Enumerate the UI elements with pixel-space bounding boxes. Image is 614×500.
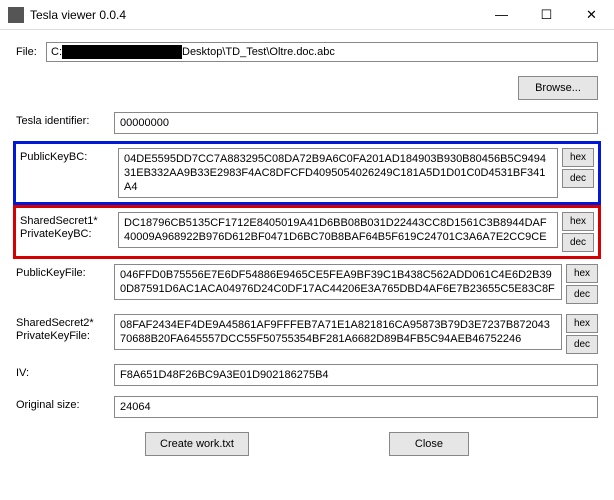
privbc-label: PrivateKeyBC: (20, 228, 92, 240)
publickey-file-value[interactable]: 046FFD0B75556E7E6DF54886E9465CE5FEA9BF39… (114, 264, 562, 300)
orig-size-value[interactable]: 24064 (114, 396, 598, 418)
iv-value[interactable]: F8A651D48F26BC9A3E01D902186275B4 (114, 364, 598, 386)
titlebar: Tesla viewer 0.0.4 — ☐ ✕ (0, 0, 614, 30)
ss1-privbc-buttons: hex dec (562, 212, 594, 252)
ss1-privbc-dec-button[interactable]: dec (562, 233, 594, 252)
tesla-id-row: Tesla identifier: 00000000 (16, 112, 598, 134)
ss2-privfile-buttons: hex dec (566, 314, 598, 354)
publickey-file-buttons: hex dec (566, 264, 598, 304)
file-label: File: (16, 46, 38, 58)
file-path-input[interactable]: C: Desktop\TD_Test\Oltre.doc.abc (46, 42, 598, 62)
browse-row: Browse... (16, 76, 598, 100)
publickey-bc-row: PublicKeyBC: 04DE5595DD7CC7A883295C08DA7… (20, 148, 594, 198)
maximize-button[interactable]: ☐ (524, 0, 569, 30)
bottom-buttons: Create work.txt Close (16, 432, 598, 456)
publickey-bc-label: PublicKeyBC: (20, 148, 114, 164)
publickey-bc-hex-button[interactable]: hex (562, 148, 594, 167)
ss2-privfile-row: SharedSecret2* PrivateKeyFile: 08FAF2434… (16, 314, 598, 354)
publickey-bc-value[interactable]: 04DE5595DD7CC7A883295C08DA72B9A6C0FA201A… (118, 148, 558, 198)
orig-size-label: Original size: (16, 396, 110, 412)
file-path-prefix: C: (51, 46, 62, 58)
publickey-file-dec-button[interactable]: dec (566, 285, 598, 304)
file-path-redacted (62, 45, 182, 59)
browse-button[interactable]: Browse... (518, 76, 598, 100)
iv-label: IV: (16, 364, 110, 380)
tesla-id-label: Tesla identifier: (16, 112, 110, 128)
minimize-button[interactable]: — (479, 0, 524, 30)
ss1-privbc-hex-button[interactable]: hex (562, 212, 594, 231)
window-title: Tesla viewer 0.0.4 (30, 8, 479, 22)
publickey-bc-dec-button[interactable]: dec (562, 169, 594, 188)
ss1-privbc-value[interactable]: DC18796CB5135CF1712E8405019A41D6BB08B031… (118, 212, 558, 248)
ss2-label: SharedSecret2* (16, 317, 94, 329)
orig-size-row: Original size: 24064 (16, 396, 598, 418)
iv-row: IV: F8A651D48F26BC9A3E01D902186275B4 (16, 364, 598, 386)
publickey-bc-highlight: PublicKeyBC: 04DE5595DD7CC7A883295C08DA7… (16, 144, 598, 202)
tesla-id-value[interactable]: 00000000 (114, 112, 598, 134)
ss1-privbc-row: SharedSecret1* PrivateKeyBC: DC18796CB51… (20, 212, 594, 252)
publickey-file-row: PublicKeyFile: 046FFD0B75556E7E6DF54886E… (16, 264, 598, 304)
publickey-bc-buttons: hex dec (562, 148, 594, 188)
privfile-label: PrivateKeyFile: (16, 330, 90, 342)
ss2-privfile-dec-button[interactable]: dec (566, 335, 598, 354)
app-icon (8, 7, 24, 23)
publickey-file-label: PublicKeyFile: (16, 264, 110, 280)
ss1-privbc-highlight: SharedSecret1* PrivateKeyBC: DC18796CB51… (16, 208, 598, 256)
window-controls: — ☐ ✕ (479, 0, 614, 30)
content-pane: File: C: Desktop\TD_Test\Oltre.doc.abc Br… (0, 30, 614, 468)
ss1-label: SharedSecret1* (20, 215, 98, 227)
publickey-file-hex-button[interactable]: hex (566, 264, 598, 283)
ss2-privfile-hex-button[interactable]: hex (566, 314, 598, 333)
ss2-privfile-label: SharedSecret2* PrivateKeyFile: (16, 314, 110, 343)
ss2-privfile-value[interactable]: 08FAF2434EF4DE9A45861AF9FFFEB7A71E1A8218… (114, 314, 562, 350)
file-path-suffix: Desktop\TD_Test\Oltre.doc.abc (182, 46, 335, 58)
file-row: File: C: Desktop\TD_Test\Oltre.doc.abc (16, 42, 598, 62)
create-work-button[interactable]: Create work.txt (145, 432, 249, 456)
close-button[interactable]: Close (389, 432, 469, 456)
ss1-privbc-label: SharedSecret1* PrivateKeyBC: (20, 212, 114, 241)
close-window-button[interactable]: ✕ (569, 0, 614, 30)
